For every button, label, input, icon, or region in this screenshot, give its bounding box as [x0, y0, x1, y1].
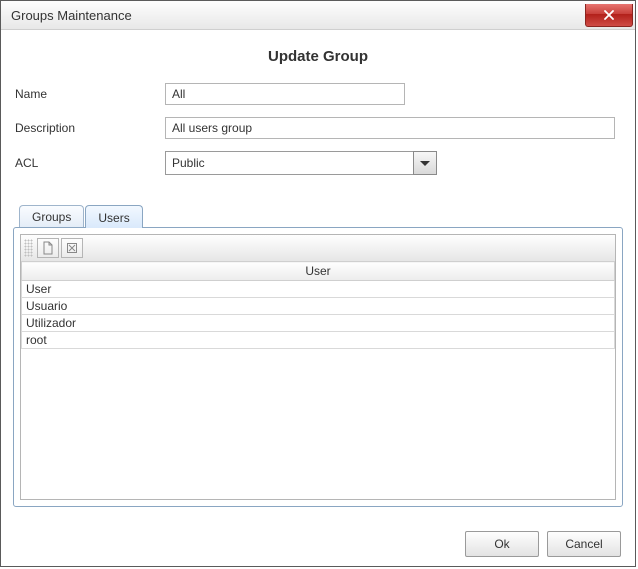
table-row[interactable]: Usuario: [22, 298, 615, 315]
cell-user: User: [22, 281, 615, 298]
table-row[interactable]: root: [22, 332, 615, 349]
document-icon: [42, 241, 54, 255]
cell-user: root: [22, 332, 615, 349]
table-row[interactable]: Utilizador: [22, 315, 615, 332]
close-button[interactable]: [585, 4, 633, 27]
column-header-user[interactable]: User: [22, 262, 615, 281]
window-title: Groups Maintenance: [11, 8, 132, 23]
users-panel: User User Usuario Utilizador root: [20, 234, 616, 500]
label-description: Description: [13, 121, 165, 135]
new-button[interactable]: [37, 238, 59, 258]
titlebar: Groups Maintenance: [1, 1, 635, 30]
tab-container: Groups Users: [13, 203, 623, 507]
dialog-window: Groups Maintenance Update Group Name Des…: [0, 0, 636, 567]
delete-icon: [66, 242, 78, 254]
tab-panel-users: User User Usuario Utilizador root: [13, 227, 623, 507]
acl-dropdown-button[interactable]: [413, 151, 437, 175]
label-name: Name: [13, 87, 165, 101]
cell-user: Usuario: [22, 298, 615, 315]
description-field[interactable]: [165, 117, 615, 139]
acl-select[interactable]: Public: [165, 151, 437, 175]
toolbar-grip: [24, 239, 33, 257]
name-field[interactable]: [165, 83, 405, 105]
page-title: Update Group: [13, 48, 623, 65]
label-acl: ACL: [13, 156, 165, 170]
cancel-button[interactable]: Cancel: [547, 531, 621, 557]
chevron-down-icon: [420, 161, 430, 166]
acl-selected-value: Public: [165, 151, 413, 175]
cell-user: Utilizador: [22, 315, 615, 332]
row-name: Name: [13, 83, 623, 105]
users-table: User User Usuario Utilizador root: [21, 261, 615, 349]
tab-groups[interactable]: Groups: [19, 205, 84, 227]
users-table-wrap[interactable]: User User Usuario Utilizador root: [21, 261, 615, 499]
close-icon: [603, 10, 615, 20]
dialog-content: Update Group Name Description ACL Public…: [1, 30, 635, 567]
delete-button[interactable]: [61, 238, 83, 258]
tab-strip: Groups Users: [19, 203, 623, 227]
ok-button[interactable]: Ok: [465, 531, 539, 557]
tab-users[interactable]: Users: [85, 205, 142, 228]
row-acl: ACL Public: [13, 151, 623, 175]
users-toolbar: [21, 235, 615, 262]
table-row[interactable]: User: [22, 281, 615, 298]
row-description: Description: [13, 117, 623, 139]
dialog-button-row: Ok Cancel: [465, 531, 621, 557]
